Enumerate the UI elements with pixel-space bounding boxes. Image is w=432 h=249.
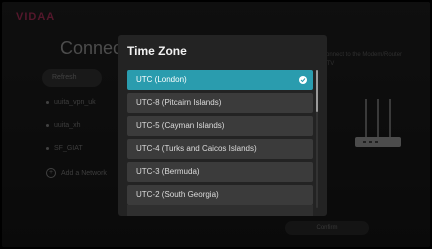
time-zone-list: UTC (London) UTC-8 (Pitcairn Islands) UT… — [127, 70, 313, 208]
time-zone-label: UTC (London) — [136, 75, 187, 84]
time-zone-label: UTC-2 (South Georgia) — [136, 190, 219, 199]
time-zone-label: UTC-3 (Bermuda) — [136, 167, 200, 176]
time-zone-label: UTC-4 (Turks and Caicos Islands) — [136, 144, 257, 153]
time-zone-dialog: Time Zone UTC (London) UTC-8 (Pitcairn I… — [118, 35, 327, 216]
dialog-title: Time Zone — [127, 44, 187, 58]
time-zone-label: UTC-8 (Pitcairn Islands) — [136, 98, 222, 107]
check-circle-icon — [299, 76, 307, 84]
scrollbar-thumb[interactable] — [316, 70, 318, 112]
time-zone-option[interactable]: UTC-5 (Cayman Islands) — [127, 116, 313, 136]
time-zone-option[interactable]: UTC-4 (Turks and Caicos Islands) — [127, 139, 313, 159]
tv-screen: VIDAA Connect to a Network Refresh uuita… — [2, 2, 430, 247]
list-next-item-peek — [127, 205, 313, 216]
scrollbar[interactable] — [316, 70, 318, 208]
time-zone-option[interactable]: UTC-8 (Pitcairn Islands) — [127, 93, 313, 113]
time-zone-option[interactable]: UTC-3 (Bermuda) — [127, 162, 313, 182]
time-zone-label: UTC-5 (Cayman Islands) — [136, 121, 225, 130]
time-zone-option[interactable]: UTC (London) — [127, 70, 313, 90]
time-zone-option[interactable]: UTC-2 (South Georgia) — [127, 185, 313, 205]
